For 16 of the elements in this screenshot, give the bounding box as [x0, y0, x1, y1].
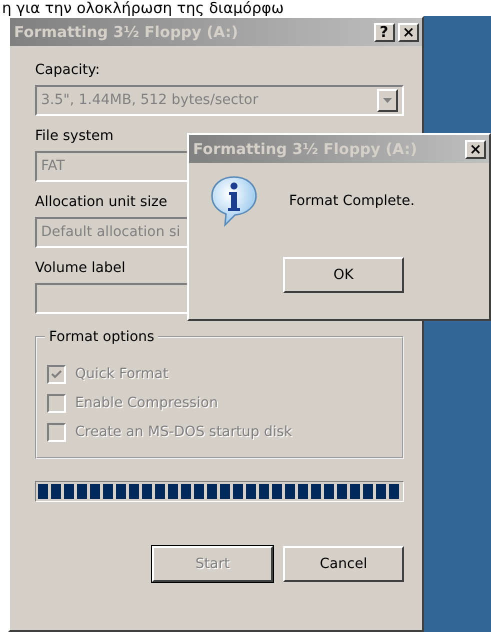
field-label: Allocation unit size: [35, 193, 168, 212]
help-button[interactable]: ?: [374, 22, 394, 42]
dialog-button[interactable]: Cancel: [283, 546, 404, 582]
checkbox-label: Enable Compression: [75, 394, 218, 413]
close-button[interactable]: ×: [398, 22, 419, 42]
message-text: Format Complete.: [289, 192, 415, 210]
close-button[interactable]: ×: [465, 140, 486, 158]
ok-button[interactable]: OK: [283, 257, 404, 293]
field-label: Volume label: [35, 259, 126, 278]
checkbox-label: Create an MS-DOS startup disk: [75, 423, 292, 442]
checkbox-label: Quick Format: [75, 365, 168, 384]
field-label: File system: [35, 127, 114, 146]
check-icon: [51, 370, 62, 379]
info-icon: [209, 175, 259, 227]
field-label: Capacity:: [35, 61, 100, 80]
caption-text: η για την ολοκλήρωση της διαμόρφω: [1, 0, 285, 16]
